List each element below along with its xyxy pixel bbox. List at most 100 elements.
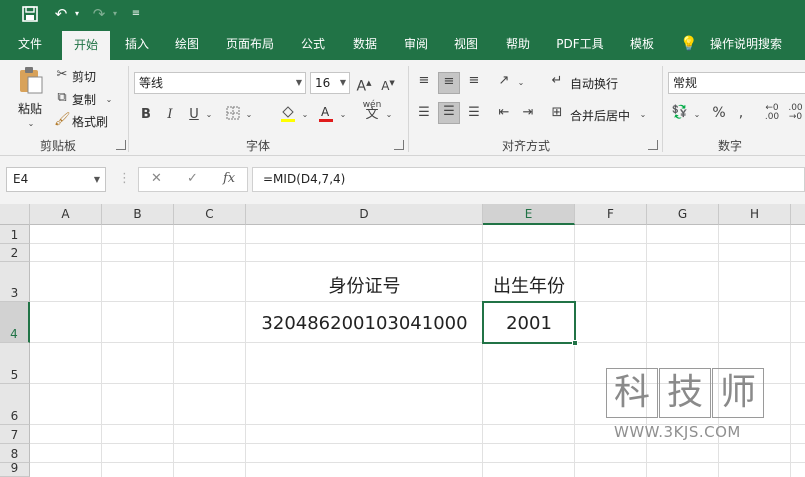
row-header-1[interactable]: 1 (0, 225, 30, 244)
number-format-select[interactable]: 常规 (668, 72, 805, 94)
percent-style-button[interactable]: % (710, 104, 728, 122)
wrap-text-icon[interactable]: ↵ (548, 72, 566, 90)
align-middle-icon[interactable]: ≡ (438, 72, 460, 94)
chevron-down-icon[interactable]: ⌄ (204, 106, 214, 124)
align-bottom-icon[interactable]: ≡ (464, 72, 484, 90)
tab-templates[interactable]: 模板 (620, 28, 664, 60)
column-header-d[interactable]: D (246, 204, 483, 225)
align-right-icon[interactable]: ☰ (464, 104, 484, 122)
accounting-format-icon[interactable]: 💱 (670, 104, 690, 122)
border-icon[interactable] (224, 106, 242, 126)
name-box[interactable]: E4 ▼ (6, 167, 106, 192)
column-header-h[interactable]: H (719, 204, 791, 225)
tab-review[interactable]: 审阅 (394, 28, 438, 60)
undo-icon[interactable]: ↶ (50, 3, 72, 25)
enter-icon[interactable]: ✓ (187, 171, 198, 186)
copy-icon[interactable]: ⧉ (54, 89, 70, 107)
column-header-a[interactable]: A (30, 204, 102, 225)
tab-home[interactable]: 开始 (62, 31, 110, 60)
row-header-9[interactable]: 9 (0, 461, 30, 477)
tab-formulas[interactable]: 公式 (290, 28, 336, 60)
format-painter-icon[interactable]: 🖌 (54, 111, 71, 129)
phonetic-guide-icon[interactable]: wén 文 (360, 100, 384, 121)
tab-data[interactable]: 数据 (342, 28, 388, 60)
column-header-c[interactable]: C (174, 204, 246, 225)
paste-icon[interactable] (16, 66, 46, 96)
cut-button[interactable]: 剪切 (72, 68, 96, 85)
redo-icon[interactable]: ↷ (88, 3, 110, 25)
increase-decimal-icon[interactable]: ←0.00 (762, 104, 782, 122)
redo-dropdown-icon[interactable]: ▾ (110, 3, 120, 25)
select-all-corner[interactable] (0, 204, 30, 225)
orientation-icon[interactable]: ↗ (494, 72, 514, 90)
italic-button[interactable]: I (162, 106, 178, 124)
column-header-g[interactable]: G (647, 204, 719, 225)
chevron-down-icon[interactable]: ⌄ (300, 106, 310, 124)
align-center-icon[interactable]: ☰ (438, 102, 460, 124)
insert-function-button[interactable]: fx (223, 171, 235, 186)
comma-style-button[interactable]: , (734, 104, 748, 122)
alignment-launcher-icon[interactable] (648, 140, 658, 150)
merge-center-button[interactable]: 合并后居中 (570, 107, 630, 124)
row-header-2[interactable]: 2 (0, 244, 30, 262)
chevron-down-icon[interactable]: ⌄ (338, 106, 348, 124)
row-header-5[interactable]: 5 (0, 343, 30, 384)
grid-line (245, 225, 246, 477)
formula-input[interactable]: =MID(D4,7,4) (252, 167, 805, 192)
cell-e3[interactable]: 出生年份 (483, 272, 575, 298)
format-painter-button[interactable]: 格式刷 (72, 113, 108, 130)
column-header-b[interactable]: B (102, 204, 174, 225)
row-header-6[interactable]: 6 (0, 384, 30, 425)
row-header-7[interactable]: 7 (0, 425, 30, 444)
grow-font-icon[interactable]: A▲ (354, 74, 374, 96)
column-header-partial[interactable] (791, 204, 805, 225)
fill-handle[interactable] (572, 340, 578, 346)
tab-file[interactable]: 文件 (6, 28, 54, 60)
column-header-f[interactable]: F (575, 204, 647, 225)
merge-center-icon[interactable]: ⊞ (548, 104, 566, 122)
tell-me-search[interactable]: 操作说明搜索 (704, 28, 788, 60)
align-top-icon[interactable]: ≡ (414, 72, 434, 90)
tab-help[interactable]: 帮助 (496, 28, 540, 60)
row-header-4[interactable]: 4 (0, 302, 30, 343)
decrease-decimal-icon[interactable]: .00 →0 (786, 104, 805, 122)
customize-qat-icon[interactable]: ≡ (130, 3, 142, 25)
tab-page-layout[interactable]: 页面布局 (218, 28, 282, 60)
chevron-down-icon[interactable]: ⌄ (692, 106, 702, 124)
lightbulb-icon[interactable]: 💡 (680, 28, 698, 60)
chevron-down-icon[interactable]: ⌄ (638, 106, 648, 124)
wrap-text-button[interactable]: 自动换行 (570, 75, 618, 92)
font-size-select[interactable]: 16 ▼ (310, 72, 350, 94)
underline-button[interactable]: U (186, 106, 202, 124)
cell-d3[interactable]: 身份证号 (246, 272, 483, 298)
chevron-down-icon[interactable]: ⌄ (26, 115, 36, 133)
bold-button[interactable]: B (138, 106, 154, 124)
tab-pdf-tools[interactable]: PDF工具 (548, 28, 612, 60)
increase-indent-icon[interactable]: ⇥ (518, 104, 538, 122)
shrink-font-icon[interactable]: A▼ (378, 74, 398, 95)
tab-view[interactable]: 视图 (444, 28, 488, 60)
scissors-icon[interactable]: ✂ (54, 66, 70, 84)
tab-draw[interactable]: 绘图 (164, 28, 210, 60)
decrease-indent-icon[interactable]: ⇤ (494, 104, 514, 122)
cancel-icon[interactable]: ✕ (151, 171, 162, 186)
fill-color-icon[interactable] (278, 104, 298, 128)
tab-insert[interactable]: 插入 (114, 28, 160, 60)
cell-d4[interactable]: 320486200103041000 (246, 313, 483, 334)
align-left-icon[interactable]: ☰ (414, 104, 434, 122)
copy-button[interactable]: 复制 (72, 91, 96, 108)
chevron-down-icon[interactable]: ⌄ (244, 106, 254, 124)
chevron-down-icon[interactable]: ⌄ (104, 91, 114, 109)
save-icon[interactable] (18, 3, 42, 25)
clipboard-launcher-icon[interactable] (116, 140, 126, 150)
row-header-3[interactable]: 3 (0, 262, 30, 302)
column-header-e[interactable]: E (483, 204, 575, 225)
font-launcher-icon[interactable] (394, 140, 404, 150)
font-name-select[interactable]: 等线 ▼ (134, 72, 306, 94)
chevron-down-icon[interactable]: ⌄ (384, 106, 394, 124)
undo-dropdown-icon[interactable]: ▾ (72, 3, 82, 25)
chevron-down-icon[interactable]: ⌄ (516, 74, 526, 92)
active-cell-selection[interactable] (482, 301, 576, 344)
grid-line (30, 443, 805, 444)
font-color-icon[interactable]: A (316, 104, 336, 128)
